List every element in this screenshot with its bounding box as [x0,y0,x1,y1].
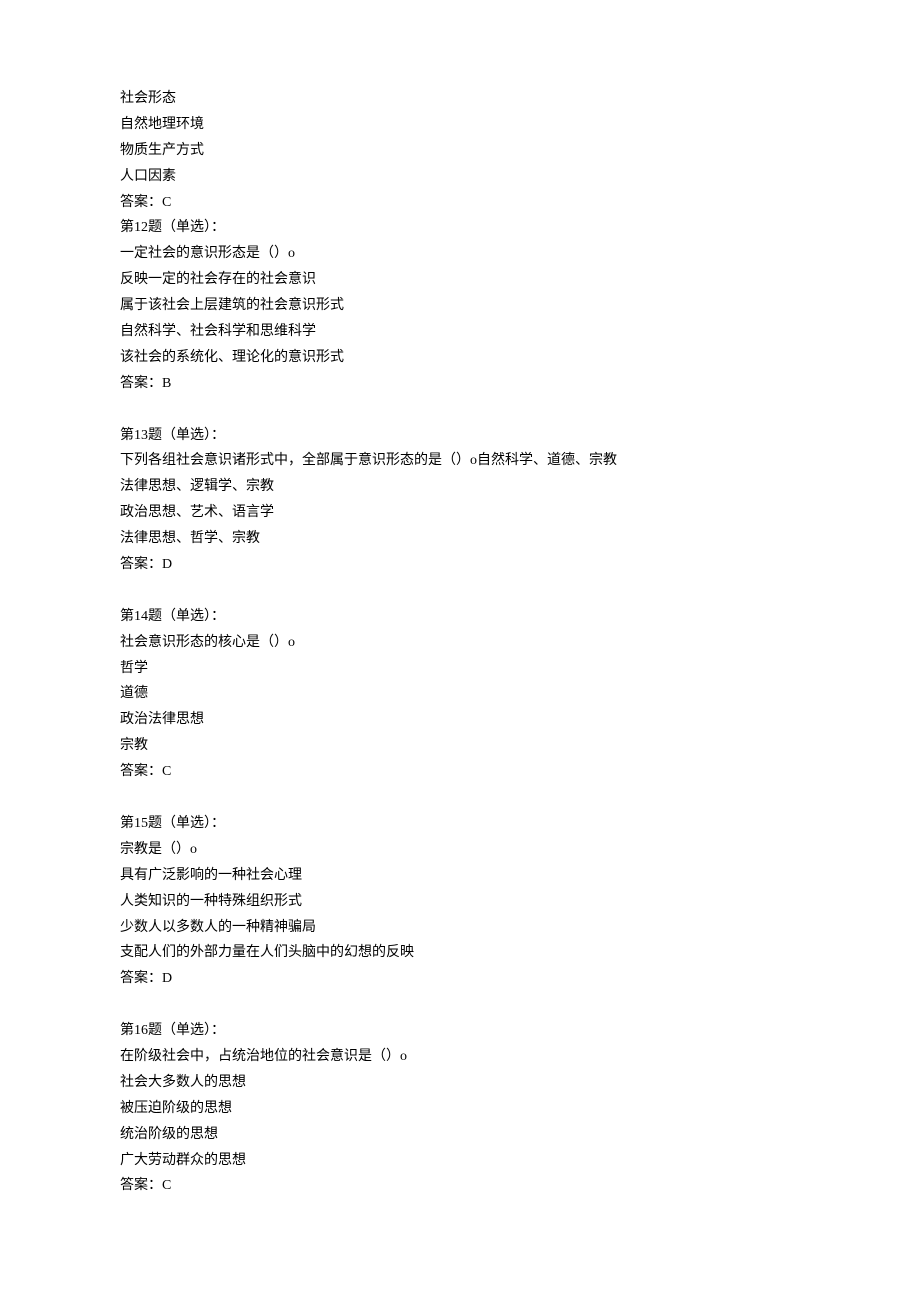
question-option: 少数人以多数人的一种精神骗局 [120,915,800,941]
question-option: 政治法律思想 [120,707,800,733]
question-option: 广大劳动群众的思想 [120,1148,800,1174]
answer-line: 答案：C [120,190,800,216]
question-header: 第16题（单选）： [120,1018,800,1044]
question-stem: 下列各组社会意识诸形式中，全部属于意识形态的是（）o自然科学、道德、宗教 [120,448,800,474]
answer-line: 答案：B [120,371,800,397]
answer-line: 答案：C [120,759,800,785]
question-option: 宗教 [120,733,800,759]
question-option: 人类知识的一种特殊组织形式 [120,889,800,915]
question-header: 第13题（单选）： [120,423,800,449]
question-option: 反映一定的社会存在的社会意识 [120,267,800,293]
question-option: 被压迫阶级的思想 [120,1096,800,1122]
question-option: 属于该社会上层建筑的社会意识形式 [120,293,800,319]
question-option: 具有广泛影响的一种社会心理 [120,863,800,889]
question-option: 支配人们的外部力量在人们头脑中的幻想的反映 [120,940,800,966]
intro-line: 自然地理环境 [120,112,800,138]
spacer [120,397,800,423]
answer-line: 答案：C [120,1173,800,1199]
question-header: 第14题（单选）： [120,604,800,630]
spacer [120,992,800,1018]
document-page: 社会形态 自然地理环境 物质生产方式 人口因素 答案：C 第12题（单选）： 一… [0,0,920,1301]
intro-line: 人口因素 [120,164,800,190]
question-option: 道德 [120,681,800,707]
intro-line: 物质生产方式 [120,138,800,164]
question-stem: 社会意识形态的核心是（）o [120,630,800,656]
question-stem: 宗教是（）o [120,837,800,863]
question-option: 政治思想、艺术、语言学 [120,500,800,526]
spacer [120,578,800,604]
question-stem: 在阶级社会中，占统治地位的社会意识是（）o [120,1044,800,1070]
question-option: 法律思想、逻辑学、宗教 [120,474,800,500]
question-option: 该社会的系统化、理论化的意识形式 [120,345,800,371]
question-option: 社会大多数人的思想 [120,1070,800,1096]
question-header: 第12题（单选）： [120,215,800,241]
question-stem: 一定社会的意识形态是（）o [120,241,800,267]
question-option: 哲学 [120,656,800,682]
answer-line: 答案：D [120,552,800,578]
question-header: 第15题（单选）： [120,811,800,837]
spacer [120,785,800,811]
question-option: 统治阶级的思想 [120,1122,800,1148]
question-option: 自然科学、社会科学和思维科学 [120,319,800,345]
intro-line: 社会形态 [120,86,800,112]
answer-line: 答案：D [120,966,800,992]
question-option: 法律思想、哲学、宗教 [120,526,800,552]
